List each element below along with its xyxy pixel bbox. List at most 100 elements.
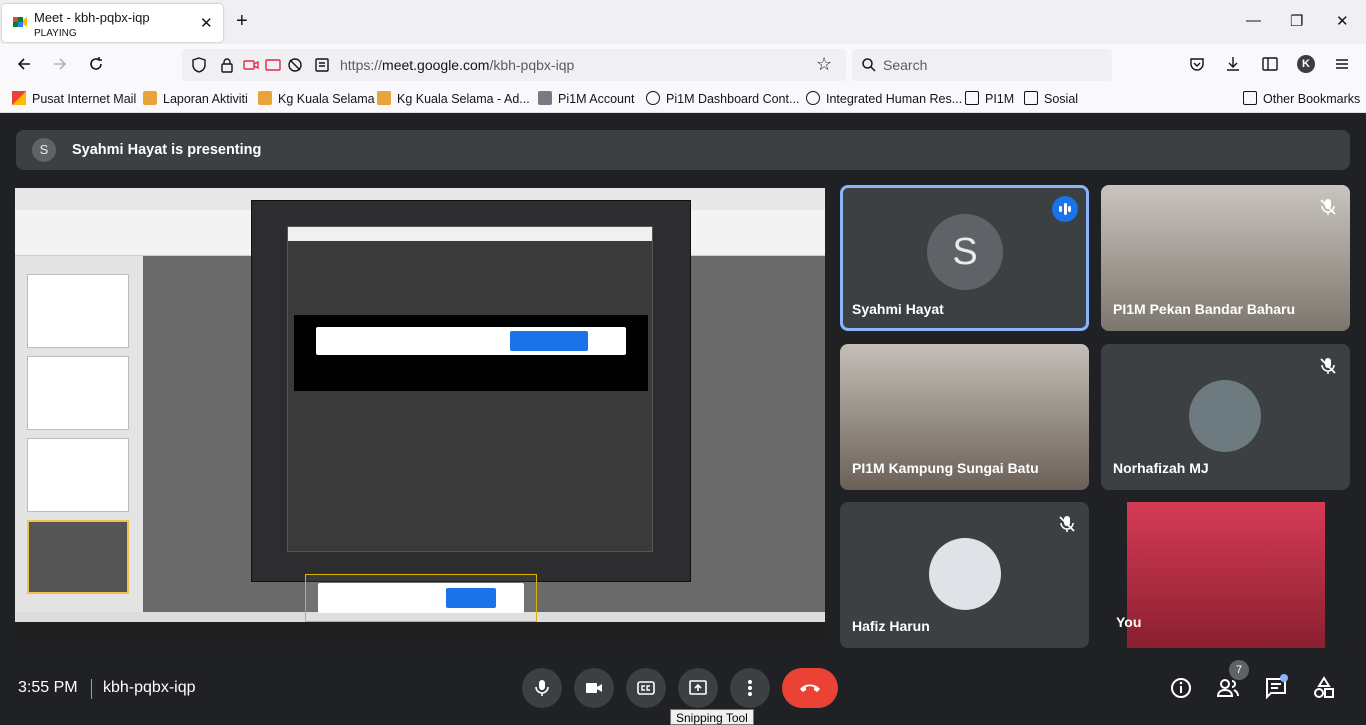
participant-tile-syahmi[interactable]: S Syahmi Hayat [840,185,1089,331]
bookmark-item[interactable]: Pusat Internet Mail [12,91,136,106]
tab-close-icon[interactable]: ✕ [200,14,213,32]
microphone-muted-icon [1059,516,1075,532]
browser-tab[interactable]: Meet - kbh-pqbx-iqp PLAYING ✕ [2,4,223,42]
presenter-avatar: S [32,138,56,162]
microphone-muted-icon [1320,199,1336,215]
microphone-muted-icon [1320,358,1336,374]
shield-icon[interactable] [190,56,208,74]
captions-button[interactable] [626,668,666,708]
meeting-details-icon[interactable] [1168,675,1194,701]
participant-tile-norhafizah[interactable]: Norhafizah MJ [1101,344,1350,490]
participant-tile-pekan-bandar-baharu[interactable]: PI1M Pekan Bandar Baharu [1101,185,1350,331]
folder-icon [965,91,979,105]
participant-tile-hafiz-harun[interactable]: Hafiz Harun [840,502,1089,648]
app-icon [538,91,552,105]
lock-icon[interactable] [218,56,236,74]
app-icon [377,91,391,105]
closed-captions-icon [637,681,655,695]
app-icon [258,91,272,105]
participant-avatar [1189,380,1261,452]
globe-icon [646,91,660,105]
search-icon [862,58,876,72]
back-icon[interactable] [15,55,33,73]
forward-icon[interactable] [51,55,69,73]
bookmark-folder[interactable]: Sosial [1024,91,1078,106]
participant-tile-kampung-sungai-batu[interactable]: PI1M Kampung Sungai Batu [840,344,1089,490]
search-input[interactable]: Search [852,49,1112,81]
address-bar[interactable]: https://meet.google.com/kbh-pqbx-iqp ☆ [182,49,846,81]
leave-call-button[interactable] [782,668,838,708]
participant-name: Syahmi Hayat [852,301,944,317]
gmail-icon [12,91,26,105]
more-vert-icon [748,680,752,696]
participant-avatar: S [927,214,1003,290]
globe-icon [806,91,820,105]
end-call-icon [800,684,820,692]
reload-icon[interactable] [87,55,105,73]
camera-feed [1127,502,1325,648]
account-avatar[interactable]: K [1297,55,1315,73]
participant-tile-you[interactable]: You [1101,502,1350,648]
more-options-button[interactable] [730,668,770,708]
shared-slide-panel [15,256,143,612]
activities-icon[interactable] [1311,675,1337,701]
camera-permission-icon[interactable] [242,56,260,74]
participant-name: Hafiz Harun [852,618,930,634]
window-close-icon[interactable]: ✕ [1336,12,1349,30]
shared-properties-dialog [287,226,653,552]
meet-favicon-icon [13,17,27,27]
bookmarks-bar: Pusat Internet Mail Laporan Aktiviti Kg … [0,84,1366,113]
folder-icon [1024,91,1038,105]
participant-name: PI1M Pekan Bandar Baharu [1113,301,1296,317]
new-tab-icon[interactable]: + [236,10,248,33]
menu-icon[interactable] [1333,55,1351,73]
participant-avatar [929,538,1001,610]
bookmark-item[interactable]: Integrated Human Res... [806,91,962,106]
microphone-button[interactable] [522,668,562,708]
bookmark-item[interactable]: Pi1M Dashboard Cont... [646,91,799,106]
divider [91,679,92,699]
bookmark-item[interactable]: Kg Kuala Selama [258,91,375,106]
url-text[interactable]: https://meet.google.com/kbh-pqbx-iqp [340,57,574,73]
bookmark-star-icon[interactable]: ☆ [816,54,832,75]
downloads-icon[interactable] [1224,55,1242,73]
autoplay-blocked-icon[interactable] [286,56,304,74]
other-bookmarks[interactable]: Other Bookmarks [1243,91,1360,106]
navigation-bar: https://meet.google.com/kbh-pqbx-iqp ☆ S… [0,44,1366,84]
reader-view-icon[interactable] [313,56,331,74]
microphone-icon [535,680,549,696]
tooltip: Snipping Tool [670,709,754,725]
presenting-banner: S Syahmi Hayat is presenting [16,130,1350,170]
bookmark-item[interactable]: Laporan Aktiviti [143,91,248,106]
people-count-badge: 7 [1229,660,1249,680]
shared-taskbar [15,622,825,646]
meeting-time: 3:55 PM [18,679,78,696]
sidebar-icon[interactable] [1261,55,1279,73]
bookmark-folder[interactable]: PI1M [965,91,1014,106]
minimize-icon[interactable]: — [1246,12,1261,29]
chat-unread-dot [1280,674,1288,682]
shared-screen[interactable] [15,188,825,646]
tab-playing-label: PLAYING [34,28,77,39]
screen-share-permission-icon[interactable] [264,56,282,74]
restore-icon[interactable]: ❐ [1290,12,1303,30]
search-placeholder: Search [883,57,928,73]
participant-name: PI1M Kampung Sungai Batu [852,460,1039,476]
present-screen-icon [689,680,707,695]
video-camera-icon [586,683,602,693]
participant-name: You [1116,614,1142,630]
presenting-text: Syahmi Hayat is presenting [72,142,262,158]
pocket-icon[interactable] [1188,55,1206,73]
app-icon [143,91,157,105]
bookmark-item[interactable]: Kg Kuala Selama - Ad... [377,91,530,106]
shared-share-indicator [305,574,537,622]
present-button[interactable] [678,668,718,708]
tab-bar: Meet - kbh-pqbx-iqp PLAYING ✕ + — ❐ ✕ [0,0,1366,44]
tab-title: Meet - kbh-pqbx-iqp [34,10,150,25]
camera-button[interactable] [574,668,614,708]
participant-name: Norhafizah MJ [1113,460,1209,476]
folder-icon [1243,91,1257,105]
meeting-code: kbh-pqbx-iqp [103,679,196,696]
bookmark-item[interactable]: Pi1M Account [538,91,634,106]
speaking-indicator-icon [1052,196,1078,222]
